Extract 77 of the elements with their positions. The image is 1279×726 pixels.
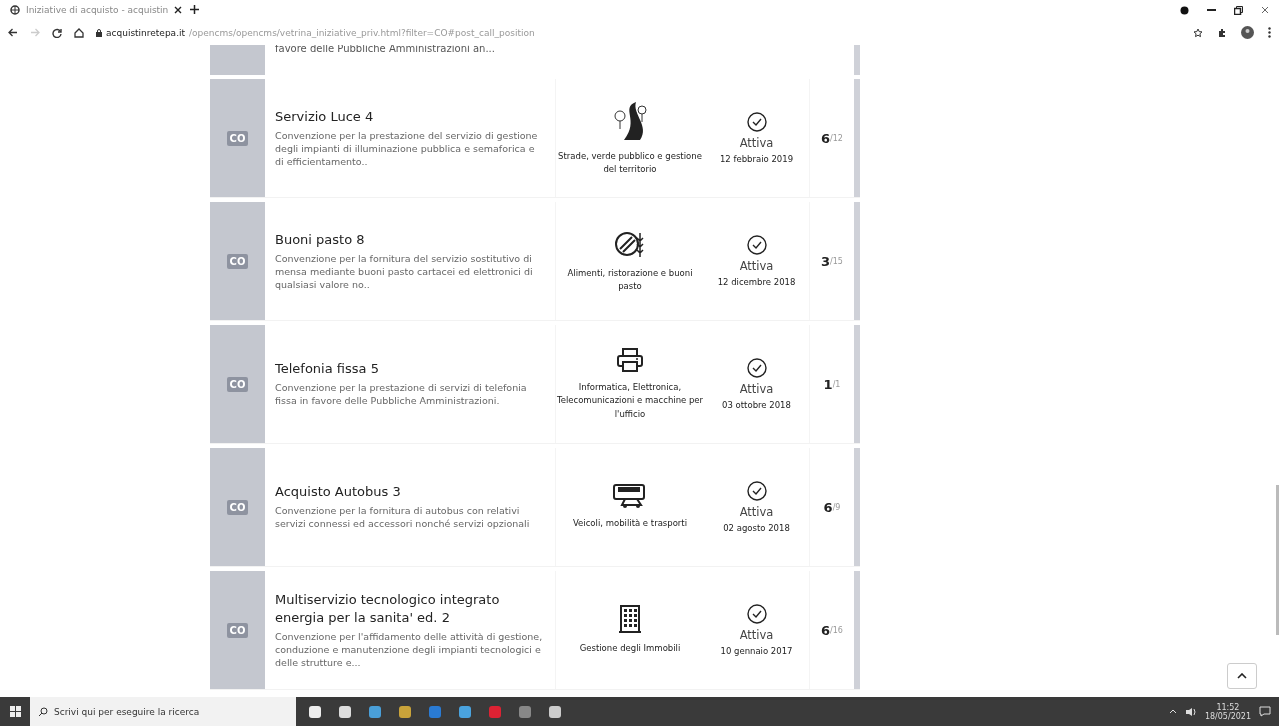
initiative-card[interactable] <box>210 202 860 321</box>
status-label: Attiva <box>739 259 774 273</box>
status-label: Attiva <box>739 628 774 642</box>
date-label: 12 dicembre 2018 <box>717 277 796 287</box>
description: favore delle Pubbliche Amministrazioni an... <box>275 45 495 54</box>
taskbar-app-icon[interactable] <box>398 704 412 719</box>
thumbnail <box>210 45 265 75</box>
globe-icon <box>10 5 20 15</box>
category-label: Informatica, Elettronica, Telecomunicazioni e macchine per l'ufficio <box>556 381 704 421</box>
category-label: Gestione degli Immobili <box>579 642 681 656</box>
description: Convenzione per la prestazione del servizio di gestione degli impianti di illuminazione pubblica e semaforica e di efficientamento.. <box>275 129 539 169</box>
address-bar[interactable]: acquistinretepa.it /opencms/opencms/vetrina_iniziative_priv.html?filter=CO#post_call_position <box>96 27 535 38</box>
date-label: 12 febbraio 2019 <box>719 154 794 164</box>
category-label: Strade, verde pubblico e gestione del territorio <box>557 149 703 176</box>
description: Convenzione per la fornitura del servizio sostitutivo di mensa mediante buoni pasto cartacei ed elettronici di qualsiasi valore no.. <box>275 252 534 292</box>
initiative-title[interactable]: Servizio Luce 4 <box>275 107 545 126</box>
clock-time: 11:52 <box>1216 702 1240 712</box>
scroll-top-button[interactable] <box>1227 663 1257 689</box>
reload-icon[interactable] <box>52 27 62 38</box>
description: Convenzione per l'affidamento delle attività di gestione, conduzione e manutenzione degli impianti tecnologici e delle strutture e... <box>275 630 544 670</box>
type-badge: CO <box>226 499 249 515</box>
row-edge <box>854 45 860 75</box>
taskbar-app-icon[interactable] <box>338 704 352 719</box>
star-icon[interactable] <box>1193 27 1203 38</box>
type-badge: CO <box>226 130 249 146</box>
category-label: Alimenti, ristorazione e buoni pasto <box>566 266 694 293</box>
date-label: 10 gennaio 2017 <box>720 646 793 656</box>
caret-icon[interactable] <box>1168 709 1177 714</box>
bus-car-icon <box>612 483 648 510</box>
initiative-card[interactable] <box>210 325 860 444</box>
date-label: 02 agosto 2018 <box>723 523 790 533</box>
windows-icon[interactable] <box>9 706 21 717</box>
initiative-title[interactable]: Multiservizio tecnologico integrato energia per la sanita' ed. 2 <box>275 590 545 627</box>
restore-icon[interactable] <box>1234 5 1243 15</box>
home-icon[interactable] <box>74 27 84 38</box>
date-label: 03 ottobre 2018 <box>722 400 791 410</box>
check-circle-icon <box>746 112 767 132</box>
close-tab-icon[interactable] <box>174 4 183 16</box>
close-icon[interactable] <box>1261 6 1269 14</box>
status-label: Attiva <box>739 382 774 396</box>
new-tab-icon[interactable] <box>190 4 200 16</box>
record-icon[interactable] <box>1180 5 1189 15</box>
menu-icon[interactable] <box>1268 27 1271 38</box>
initiative-title[interactable]: Telefonia fissa 5 <box>275 360 545 379</box>
check-circle-icon <box>746 604 767 624</box>
printer-icon <box>616 347 644 374</box>
taskbar-app-icon[interactable] <box>368 704 382 719</box>
type-badge: CO <box>226 622 249 638</box>
initiative-card[interactable] <box>210 571 860 690</box>
taskbar-app-icon[interactable] <box>308 704 322 719</box>
notification-icon[interactable] <box>1259 706 1271 717</box>
taskbar-search-field[interactable]: Scrivi qui per eseguire la ricerca <box>30 697 296 726</box>
chevron-up-icon <box>1237 673 1247 679</box>
avatar-icon[interactable] <box>1241 26 1254 39</box>
initiative-card[interactable] <box>210 79 860 198</box>
building-icon <box>618 604 642 635</box>
type-badge: CO <box>226 376 249 392</box>
tab-title[interactable]: Iniziative di acquisto - acquistin <box>26 5 169 15</box>
back-icon[interactable] <box>8 28 18 37</box>
initiative-title[interactable]: Buoni pasto 8 <box>275 230 545 249</box>
type-badge: CO <box>226 253 249 269</box>
status-label: Attiva <box>739 505 774 519</box>
search-icon <box>38 706 48 717</box>
clock-date: 18/05/2021 <box>1204 711 1251 721</box>
initiative-title[interactable]: Acquisto Autobus 3 <box>275 483 545 502</box>
check-circle-icon <box>746 235 767 255</box>
scrollbar[interactable] <box>1276 485 1279 635</box>
category-label: Veicoli, mobilità e trasporti <box>572 517 688 531</box>
check-circle-icon <box>746 481 767 501</box>
status-label: Attiva <box>739 136 774 150</box>
check-circle-icon <box>746 358 767 378</box>
puzzle-icon[interactable] <box>1217 27 1227 38</box>
speaker-icon[interactable] <box>1184 706 1197 717</box>
taskbar-app-icon[interactable] <box>548 704 562 719</box>
description: Convenzione per la fornitura di autobus con relativi servizi connessi ed accessori nonché servizi opzionali <box>275 505 531 531</box>
description: Convenzione per la prestazione di servizi di telefonia fissa in favore delle Pubbliche Amministrazioni. <box>275 382 528 408</box>
taskbar-app-icon[interactable] <box>458 704 472 719</box>
